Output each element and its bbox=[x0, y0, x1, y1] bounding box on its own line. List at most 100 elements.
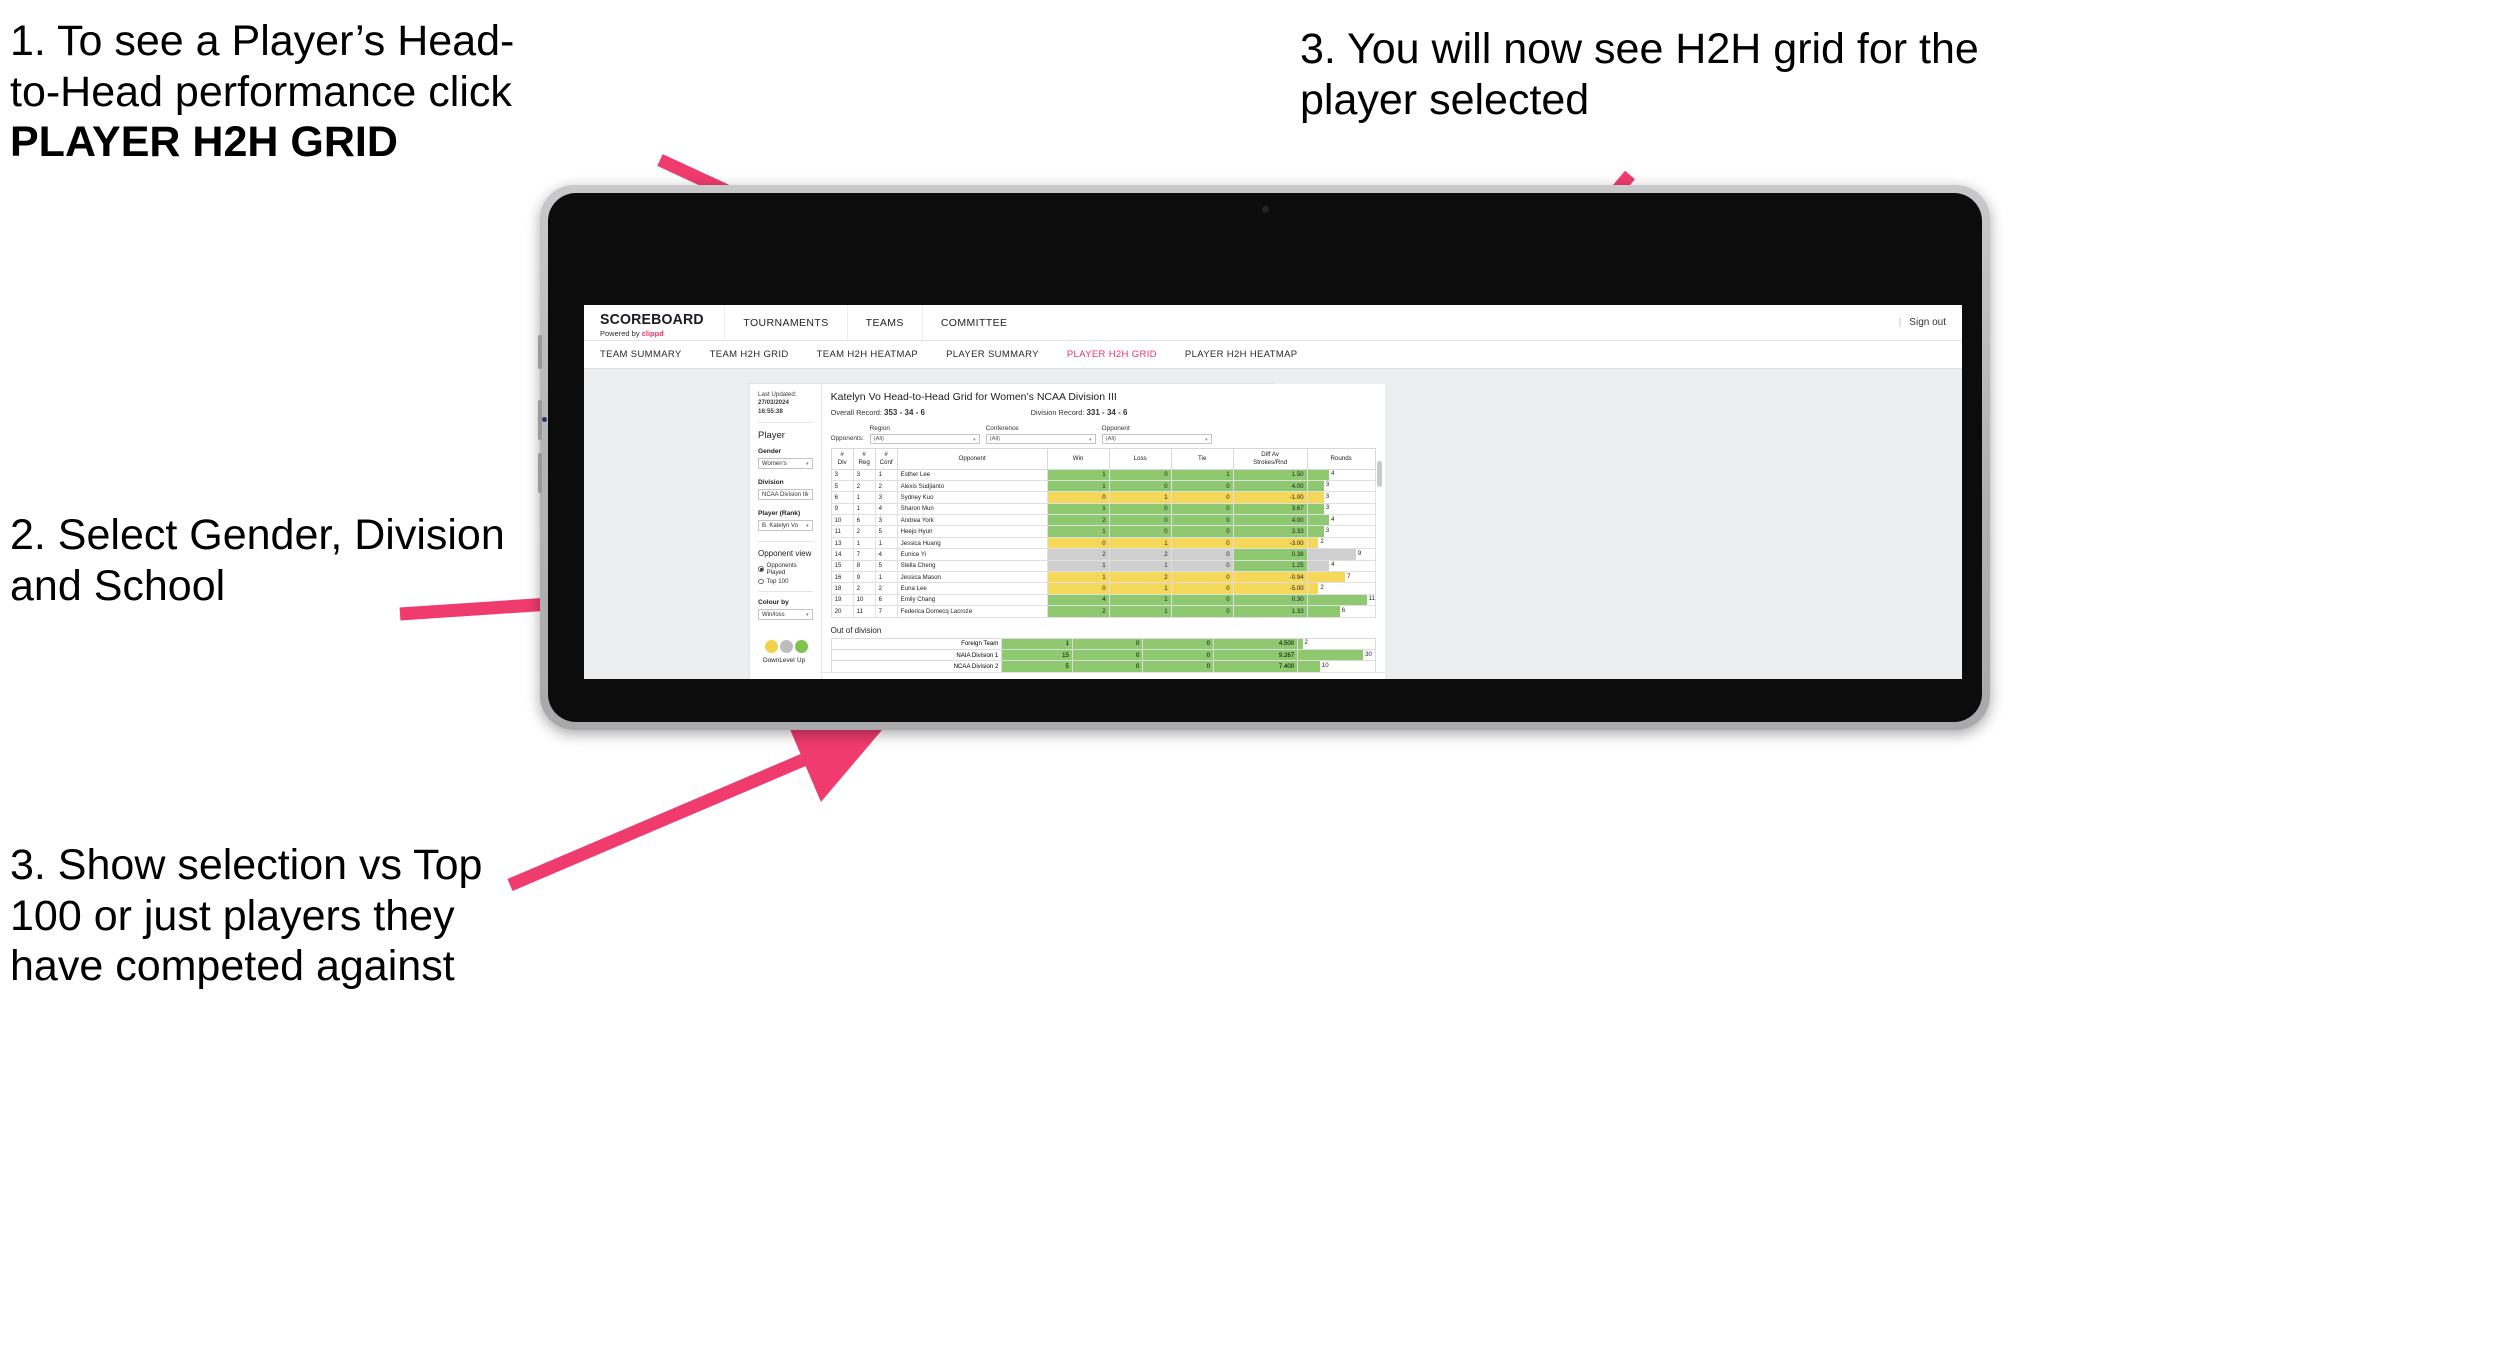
division-select[interactable]: NCAA Division III ▾ bbox=[758, 489, 813, 501]
table-row[interactable]: 20 11 7 Federica Domecq Lacroze 2 1 0 1.33 6 bbox=[830, 605, 1376, 618]
table-cell: Federica Domecq Lacroze bbox=[896, 605, 1048, 618]
table-row[interactable]: 6 1 3 Sydney Kuo 0 1 0 -1.00 3 bbox=[830, 491, 1376, 504]
filter-region-select[interactable]: (All) ▾ bbox=[869, 434, 980, 444]
reset-icon[interactable] bbox=[965, 679, 975, 680]
table-row[interactable]: 3 3 1 Esther Lee 1 0 1 1.50 4 bbox=[830, 468, 1376, 481]
radio-top-100[interactable]: Top 100 bbox=[758, 578, 813, 585]
tab-team-summary[interactable]: TEAM SUMMARY bbox=[600, 349, 700, 360]
rounds-bar-cell: 7 bbox=[1306, 570, 1376, 584]
brand-logo[interactable]: SCOREBOARD Powered by clippd bbox=[584, 305, 724, 340]
opponent-filters: Opponents: Region (All) ▾ Conference (Al… bbox=[831, 425, 1376, 444]
tablet-camera-icon bbox=[1261, 206, 1269, 213]
th-diff: Diff Av Strokes/Rnd bbox=[1232, 448, 1308, 470]
table-cell: 4 bbox=[1046, 593, 1110, 607]
out-of-division-cell: 0 bbox=[1071, 637, 1144, 650]
table-row[interactable]: 19 10 6 Emily Chang 4 1 0 0.30 11 bbox=[830, 593, 1376, 607]
table-cell: 0 bbox=[1170, 605, 1234, 618]
table-cell: 2 bbox=[874, 479, 898, 493]
table-cell: Jessica Huang bbox=[896, 536, 1048, 550]
table-cell: 1 bbox=[1108, 491, 1172, 504]
division-label: Division bbox=[758, 479, 784, 487]
tab-player-h2h-heatmap[interactable]: PLAYER H2H HEATMAP bbox=[1185, 349, 1316, 360]
table-row[interactable]: 14 7 4 Eunice Yi 2 2 0 0.38 9 bbox=[830, 548, 1376, 561]
radio-opponents-played[interactable]: Opponents Played bbox=[758, 562, 813, 576]
table-cell: 1 bbox=[874, 536, 898, 550]
table-row[interactable]: 9 1 4 Sharon Mun 1 0 0 3.67 3 bbox=[830, 502, 1376, 516]
table-row[interactable]: 11 2 5 Heejo Hyun 1 0 0 3.33 3 bbox=[830, 525, 1376, 538]
table-cell: 0 bbox=[1170, 525, 1234, 538]
table-cell: 0 bbox=[1170, 570, 1234, 584]
table-row[interactable]: 10 6 3 Andrea York 2 0 0 4.00 4 bbox=[830, 514, 1376, 527]
opponents-label: Opponents: bbox=[830, 435, 864, 442]
tab-team-h2h-grid[interactable]: TEAM H2H GRID bbox=[710, 349, 807, 360]
tab-player-h2h-grid[interactable]: PLAYER H2H GRID bbox=[1067, 349, 1175, 360]
gender-select[interactable]: Women's ▾ bbox=[758, 458, 813, 470]
table-cell: Eunice Yi bbox=[896, 548, 1048, 561]
table-cell: 0 bbox=[1108, 502, 1172, 516]
chevron-down-icon: ▾ bbox=[806, 492, 809, 499]
rounds-bar-cell: 2 bbox=[1306, 582, 1376, 595]
tablet-screen: SCOREBOARD Powered by clippd TOURNAMENTS… bbox=[548, 193, 1982, 722]
colour-by-select[interactable]: Win/loss ▾ bbox=[758, 609, 813, 621]
rounds-bar-cell: 3 bbox=[1306, 502, 1376, 516]
topnav-item-tournaments[interactable]: TOURNAMENTS bbox=[724, 305, 846, 340]
table-cell: 8 bbox=[852, 559, 876, 573]
th-loss: Loss bbox=[1108, 448, 1172, 470]
division-record-label: Division Record: bbox=[1030, 408, 1087, 417]
table-scrollbar[interactable] bbox=[1376, 461, 1382, 487]
table-row[interactable]: 16 9 1 Jessica Mason 1 2 0 -0.94 7 bbox=[830, 570, 1376, 584]
table-cell: Alexis Sudjianto bbox=[896, 479, 1048, 493]
rounds-bar-cell: 6 bbox=[1306, 605, 1376, 618]
tablet-volume-button-up bbox=[538, 335, 542, 369]
colour-by-value: Win/loss bbox=[762, 611, 785, 618]
chevron-down-icon: ▾ bbox=[806, 523, 809, 530]
annotation-1-line3: PLAYER H2H GRID bbox=[10, 118, 398, 167]
browser-viewport: SCOREBOARD Powered by clippd TOURNAMENTS… bbox=[584, 305, 1962, 679]
sign-out-link[interactable]: Sign out bbox=[1909, 317, 1946, 328]
out-of-division-name: NAIA Division 1 bbox=[830, 648, 1003, 662]
filter-conference-select[interactable]: (All) ▾ bbox=[985, 434, 1096, 444]
topnav-item-committee[interactable]: COMMITTEE bbox=[921, 305, 1026, 340]
h2h-table-head: # Div # Reg # Conf Opponent Win Loss Tie Di… bbox=[830, 448, 1376, 470]
table-cell: 4.00 bbox=[1232, 479, 1308, 493]
brand-subtitle: Powered by clippd bbox=[600, 329, 710, 338]
table-row[interactable]: 13 1 1 Jessica Huang 0 1 0 -3.00 2 bbox=[830, 536, 1376, 550]
table-cell: Heejo Hyun bbox=[896, 525, 1048, 538]
out-of-division-row[interactable]: Foreign Team 1 0 0 4.500 2 bbox=[830, 637, 1376, 650]
out-of-division-cell: 0 bbox=[1142, 637, 1214, 650]
tab-team-h2h-heatmap[interactable]: TEAM H2H HEATMAP bbox=[817, 349, 937, 360]
table-cell: -5.00 bbox=[1232, 582, 1308, 595]
out-of-division-row[interactable]: NCAA Division 2 5 0 0 7.400 10 bbox=[830, 660, 1376, 673]
table-row[interactable]: 18 2 2 Euna Lee 0 1 0 -5.00 2 bbox=[830, 582, 1376, 595]
out-of-division-name: Foreign Team bbox=[830, 637, 1003, 650]
table-cell: 11 bbox=[830, 525, 854, 538]
player-rank-select[interactable]: B. Katelyn Vo ▾ bbox=[758, 520, 813, 532]
last-updated: Last Updated: 27/03/2024 16:55:38 bbox=[758, 391, 813, 416]
table-cell: 3 bbox=[830, 468, 854, 481]
filter-opponent-select[interactable]: (All) ▾ bbox=[1101, 434, 1212, 444]
th-opponent: Opponent bbox=[896, 448, 1048, 470]
out-of-division-cell: 0 bbox=[1071, 660, 1144, 673]
table-cell: 2 bbox=[1108, 548, 1172, 561]
table-cell: 1 bbox=[1108, 605, 1172, 618]
table-cell: 2 bbox=[874, 582, 898, 595]
toolbar-divider-2 bbox=[987, 678, 989, 679]
table-row[interactable]: 15 8 5 Stella Cheng 1 1 0 1.25 4 bbox=[830, 559, 1376, 573]
table-cell: 18 bbox=[830, 582, 854, 595]
filter-opponent: Opponent (All) ▾ bbox=[1101, 425, 1212, 444]
table-cell: 0 bbox=[1170, 559, 1234, 573]
out-of-division-rounds-bar: 10 bbox=[1297, 660, 1376, 673]
tablet-device: SCOREBOARD Powered by clippd TOURNAMENTS… bbox=[538, 185, 1990, 730]
table-row[interactable]: 5 2 2 Alexis Sudjianto 1 0 0 4.00 3 bbox=[830, 479, 1376, 493]
table-cell: 0 bbox=[1170, 479, 1234, 493]
tab-player-summary[interactable]: PLAYER SUMMARY bbox=[946, 349, 1057, 360]
division-record-value: 331 - 34 - 6 bbox=[1086, 408, 1128, 417]
out-of-division-row[interactable]: NAIA Division 1 15 0 0 9.267 30 bbox=[830, 648, 1376, 662]
tableau-toolbar: ▾ View: Original Save Custom View Watch▾… bbox=[821, 672, 1385, 680]
table-cell: 19 bbox=[830, 593, 854, 607]
chevron-down-icon: ▾ bbox=[806, 461, 809, 468]
topnav-item-teams[interactable]: TEAMS bbox=[846, 305, 922, 340]
chevron-down-icon: ▾ bbox=[1205, 436, 1208, 443]
division-record: Division Record: 331 - 34 - 6 bbox=[1031, 408, 1128, 417]
dashboard-background: Last Updated: 27/03/2024 16:55:38 Player… bbox=[584, 369, 1962, 679]
